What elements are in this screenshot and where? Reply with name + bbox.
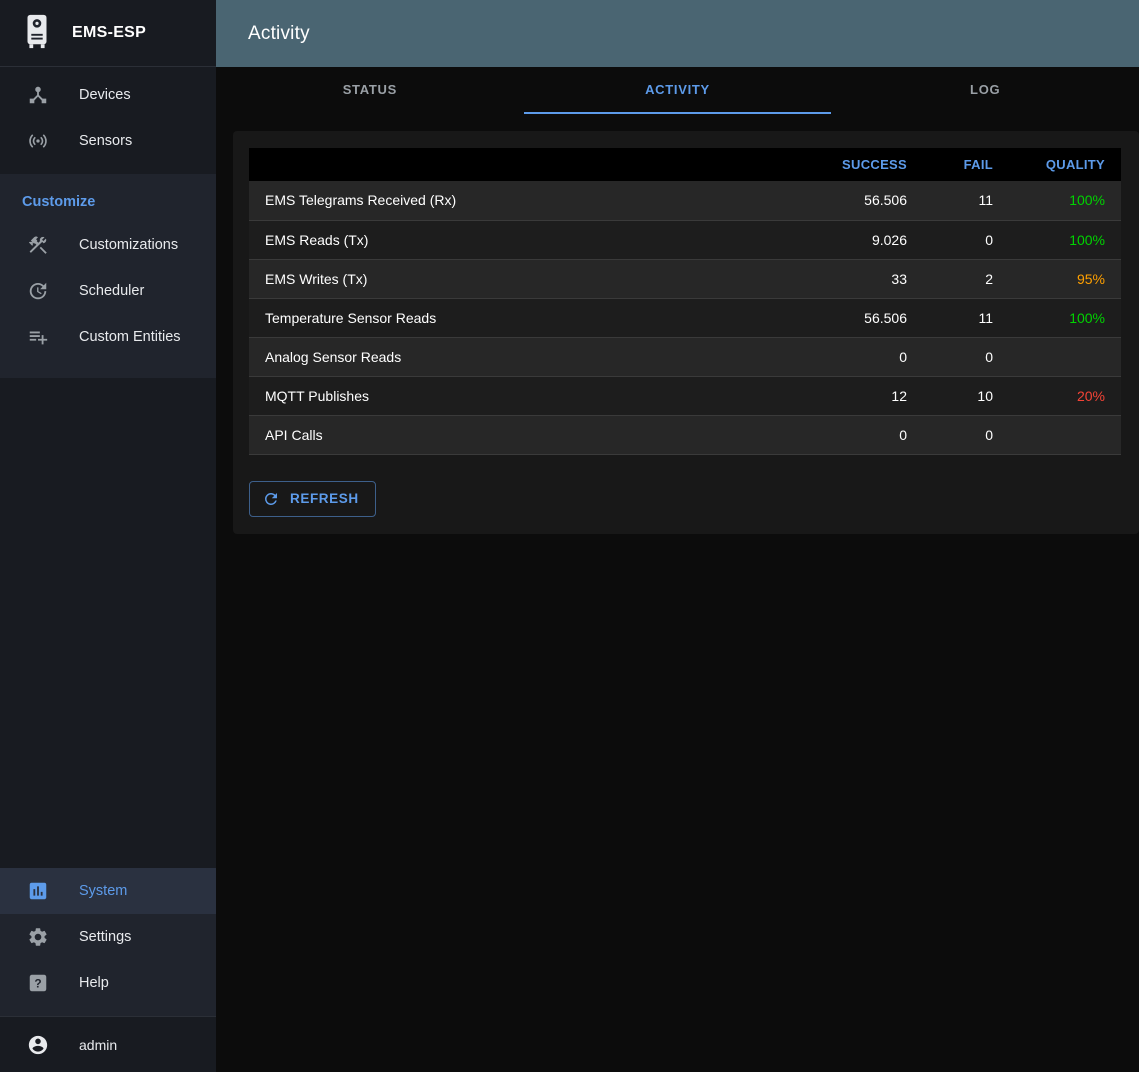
metric-success: 33 xyxy=(803,259,923,298)
metric-quality xyxy=(1009,337,1121,376)
metric-success: 9.026 xyxy=(803,220,923,259)
svg-text:?: ? xyxy=(34,976,41,990)
sidebar-item-settings[interactable]: Settings xyxy=(0,914,216,960)
app-logo-icon xyxy=(18,12,56,55)
table-row: Temperature Sensor Reads 56.506 11 100% xyxy=(249,298,1121,337)
sidebar-item-scheduler[interactable]: Scheduler xyxy=(0,268,216,314)
app-root: EMS-ESP Devices Se xyxy=(0,0,1139,1072)
column-header-fail: FAIL xyxy=(923,148,1009,181)
metric-fail: 0 xyxy=(923,220,1009,259)
table-row: Analog Sensor Reads 0 0 xyxy=(249,337,1121,376)
page-title: Activity xyxy=(248,23,310,45)
metric-name: Analog Sensor Reads xyxy=(249,337,803,376)
main-area: Activity STATUS ACTIVITY LOG SUCCESS FAI… xyxy=(216,0,1139,1072)
refresh-button[interactable]: REFRESH xyxy=(249,481,376,517)
devices-icon xyxy=(26,83,50,107)
customize-section-header: Customize xyxy=(0,174,216,222)
sidebar-item-label: Help xyxy=(79,975,109,991)
sidebar-spacer xyxy=(0,378,216,868)
sidebar-item-label: Settings xyxy=(79,929,131,945)
bar-chart-icon xyxy=(26,879,50,903)
sidebar-header: EMS-ESP xyxy=(0,0,216,67)
sidebar-item-label: System xyxy=(79,883,127,899)
content-area: SUCCESS FAIL QUALITY EMS Telegrams Recei… xyxy=(216,114,1139,534)
sidebar-item-label: Customizations xyxy=(79,237,178,253)
metric-name: EMS Writes (Tx) xyxy=(249,259,803,298)
metric-success: 12 xyxy=(803,376,923,415)
activity-table-header: SUCCESS FAIL QUALITY xyxy=(249,148,1121,181)
sidebar-item-custom-entities[interactable]: Custom Entities xyxy=(0,314,216,360)
metric-quality: 100% xyxy=(1009,220,1121,259)
metric-quality xyxy=(1009,415,1121,454)
metric-success: 56.506 xyxy=(803,181,923,220)
sidebar-item-system[interactable]: System xyxy=(0,868,216,914)
tab-status[interactable]: STATUS xyxy=(216,67,524,114)
sidebar-customize-group: Customize Customizations Scheduler Custo… xyxy=(0,174,216,378)
sidebar: EMS-ESP Devices Se xyxy=(0,0,216,1072)
tools-icon xyxy=(26,233,50,257)
sidebar-nav-top: Devices Sensors xyxy=(0,67,216,174)
sidebar-item-label: Devices xyxy=(79,87,131,103)
sidebar-item-customizations[interactable]: Customizations xyxy=(0,222,216,268)
table-row: MQTT Publishes 12 10 20% xyxy=(249,376,1121,415)
metric-success: 0 xyxy=(803,337,923,376)
activity-card: SUCCESS FAIL QUALITY EMS Telegrams Recei… xyxy=(233,131,1139,534)
metric-quality: 20% xyxy=(1009,376,1121,415)
metric-fail: 0 xyxy=(923,415,1009,454)
metric-name: API Calls xyxy=(249,415,803,454)
table-row: EMS Writes (Tx) 33 2 95% xyxy=(249,259,1121,298)
table-row: API Calls 0 0 xyxy=(249,415,1121,454)
column-header-name xyxy=(249,148,803,181)
tab-bar: STATUS ACTIVITY LOG xyxy=(216,67,1139,114)
metric-success: 56.506 xyxy=(803,298,923,337)
clock-update-icon xyxy=(26,279,50,303)
sensors-icon xyxy=(26,129,50,153)
metric-name: EMS Telegrams Received (Rx) xyxy=(249,181,803,220)
refresh-button-label: REFRESH xyxy=(290,491,359,506)
metric-fail: 10 xyxy=(923,376,1009,415)
metric-quality: 100% xyxy=(1009,298,1121,337)
sidebar-item-label: Custom Entities xyxy=(79,329,181,345)
sidebar-user-admin[interactable]: admin xyxy=(0,1016,216,1072)
metric-name: EMS Reads (Tx) xyxy=(249,220,803,259)
metric-name: Temperature Sensor Reads xyxy=(249,298,803,337)
sidebar-user-label: admin xyxy=(79,1037,117,1053)
metric-quality: 100% xyxy=(1009,181,1121,220)
tab-log[interactable]: LOG xyxy=(831,67,1139,114)
sidebar-item-help[interactable]: ? Help xyxy=(0,960,216,1006)
account-circle-icon xyxy=(26,1033,50,1057)
metric-success: 0 xyxy=(803,415,923,454)
activity-table: SUCCESS FAIL QUALITY EMS Telegrams Recei… xyxy=(249,148,1121,455)
metric-fail: 11 xyxy=(923,181,1009,220)
metric-fail: 11 xyxy=(923,298,1009,337)
table-row: EMS Telegrams Received (Rx) 56.506 11 10… xyxy=(249,181,1121,220)
tab-activity[interactable]: ACTIVITY xyxy=(524,67,832,114)
column-header-success: SUCCESS xyxy=(803,148,923,181)
sidebar-bottom-group: System Settings ? Help xyxy=(0,868,216,1016)
help-icon: ? xyxy=(26,971,50,995)
metric-name: MQTT Publishes xyxy=(249,376,803,415)
table-row: EMS Reads (Tx) 9.026 0 100% xyxy=(249,220,1121,259)
sidebar-item-sensors[interactable]: Sensors xyxy=(0,118,216,164)
gear-icon xyxy=(26,925,50,949)
sidebar-item-label: Sensors xyxy=(79,133,132,149)
playlist-add-icon xyxy=(26,325,50,349)
app-title: EMS-ESP xyxy=(72,24,146,42)
sidebar-item-label: Scheduler xyxy=(79,283,144,299)
metric-fail: 0 xyxy=(923,337,1009,376)
metric-fail: 2 xyxy=(923,259,1009,298)
column-header-quality: QUALITY xyxy=(1009,148,1121,181)
metric-quality: 95% xyxy=(1009,259,1121,298)
refresh-icon xyxy=(262,490,280,508)
appbar: Activity xyxy=(216,0,1139,67)
sidebar-item-devices[interactable]: Devices xyxy=(0,72,216,118)
